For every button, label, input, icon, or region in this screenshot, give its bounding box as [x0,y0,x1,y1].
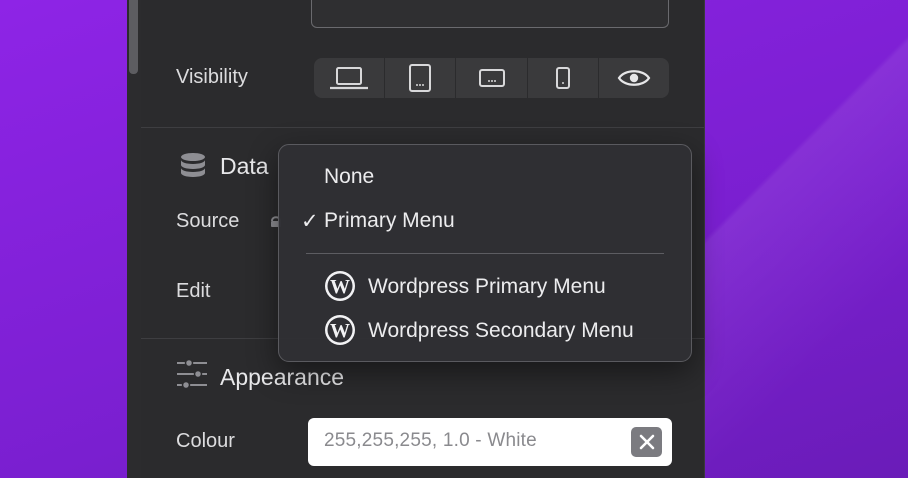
edit-label: Edit [176,280,211,302]
clear-colour-button[interactable] [631,427,662,457]
visibility-tablet-landscape-button[interactable] [456,58,528,98]
menu-item-wordpress-secondary[interactable]: Wordpress Secondary Menu [368,319,634,343]
visibility-toggle-group [314,58,669,98]
section-divider [141,127,704,128]
wordpress-icon: W [325,271,355,301]
close-icon [639,434,654,450]
visibility-eye-button[interactable] [599,58,669,98]
eye-icon [617,70,651,86]
left-sidebar-edge [127,0,141,478]
wallpaper-sheen [705,0,908,478]
svg-text:W: W [330,276,350,298]
appearance-section-title: Appearance [220,364,345,390]
menu-item-none[interactable]: None [324,165,374,189]
phone-icon [555,67,570,89]
menu-item-primary-menu[interactable]: Primary Menu [324,209,455,233]
tablet-landscape-icon [478,69,505,87]
wordpress-icon: W [325,315,355,345]
visibility-tablet-portrait-button[interactable] [385,58,457,98]
data-section-title: Data [220,153,269,179]
colour-value: 255,255,255, 1.0 - White [324,430,537,451]
source-dropdown-menu: None ✓ Primary Menu W Wordpress Primary … [278,144,692,362]
menu-separator [306,253,664,254]
checkmark-icon: ✓ [301,210,319,233]
sliders-icon [177,358,207,390]
source-label: Source [176,210,240,232]
scrollbar-thumb[interactable] [129,0,138,74]
menu-item-wordpress-primary[interactable]: Wordpress Primary Menu [368,275,606,299]
database-icon [181,153,205,177]
visibility-label: Visibility [176,66,248,88]
tablet-portrait-icon [409,64,432,92]
text-area-field[interactable] [311,0,669,28]
colour-label: Colour [176,430,235,452]
visibility-laptop-button[interactable] [314,58,386,98]
visibility-phone-button[interactable] [528,58,599,98]
colour-field[interactable]: 255,255,255, 1.0 - White [308,418,672,466]
svg-text:W: W [330,320,350,342]
laptop-icon [330,67,369,90]
